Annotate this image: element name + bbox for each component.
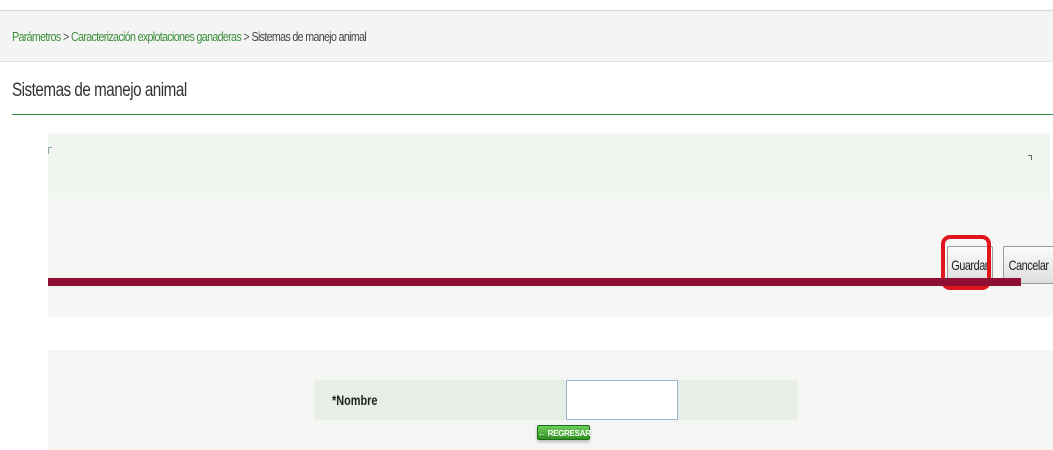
breadcrumb: Parámetros > Caracterización explotaciones…	[12, 29, 367, 44]
page-title: Sistemas de manejo animal	[12, 80, 187, 101]
corner-mark-left	[48, 147, 52, 154]
nombre-field-row	[315, 380, 797, 420]
top-panel	[48, 133, 1050, 199]
nombre-label: *Nombre	[332, 392, 378, 408]
cancel-button-label: Cancelar	[1009, 257, 1049, 273]
toolbar-panel	[48, 199, 1053, 317]
breadcrumb-link-parametros[interactable]: Parámetros	[12, 29, 61, 44]
breadcrumb-current: Sistemas de manejo animal	[251, 29, 367, 44]
breadcrumb-separator: >	[243, 29, 250, 44]
corner-mark-right	[1028, 155, 1032, 160]
breadcrumb-link-caracterizacion[interactable]: Caracterización explotaciones ganaderas	[71, 29, 242, 44]
title-divider	[12, 114, 1053, 115]
breadcrumb-bar: Parámetros > Caracterización explotaciones…	[0, 10, 1053, 62]
section-divider	[48, 278, 1021, 286]
nombre-input[interactable]	[566, 380, 678, 420]
back-button[interactable]: ← REGRESAR	[537, 425, 591, 440]
breadcrumb-separator: >	[63, 29, 69, 44]
